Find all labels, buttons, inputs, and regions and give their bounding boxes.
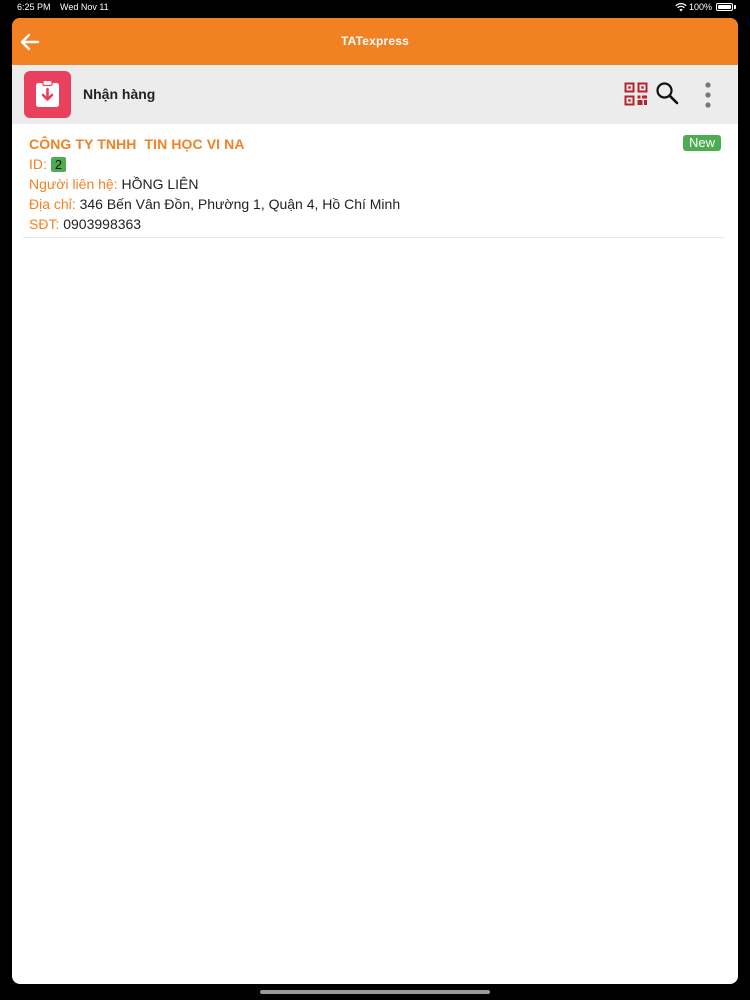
app-screen: TATexpress Nhận hàng CÔNG TY TNHH TIN HỌ… (12, 18, 738, 984)
wifi-icon (675, 2, 687, 12)
address-value: 346 Bến Vân Đồn, Phường 1, Quận 4, Hồ Ch… (79, 196, 401, 212)
order-id-row: ID: 2 (29, 156, 67, 172)
brand-logo: TATexpress (340, 34, 410, 48)
app-header: TATexpress (12, 18, 738, 65)
battery-percent: 100% (689, 2, 713, 12)
battery-icon (716, 3, 733, 11)
contact-value: HỒNG LIÊN (121, 176, 199, 192)
qr-code-icon[interactable] (624, 82, 648, 106)
contact-row: Người liên hệ: HỒNG LIÊN (29, 176, 199, 192)
status-date: Wed Nov 11 (60, 2, 109, 12)
address-label: Địa chỉ: (29, 196, 76, 212)
address-row: Địa chỉ: 346 Bến Vân Đồn, Phường 1, Quận… (29, 196, 400, 212)
page-title: Nhận hàng (83, 86, 156, 102)
company-name: CÔNG TY TNHH TIN HỌC VI NA (29, 136, 245, 152)
module-header: Nhận hàng (12, 65, 738, 124)
clipboard-download-icon (24, 71, 71, 118)
list-item[interactable]: CÔNG TY TNHH TIN HỌC VI NA New ID: 2 Ngườ… (23, 132, 724, 238)
phone-value: 0903998363 (63, 216, 142, 232)
id-label: ID: (29, 156, 47, 172)
battery-tip (734, 5, 736, 9)
status-time: 6:25 PM (17, 2, 51, 12)
phone-row: SĐT: 0903998363 (29, 216, 141, 232)
phone-label: SĐT: (29, 216, 60, 232)
more-vertical-icon[interactable] (699, 81, 717, 109)
status-bar: 6:25 PM Wed Nov 11 100% (0, 0, 750, 16)
home-indicator[interactable] (260, 990, 490, 994)
status-badge: New (683, 135, 722, 151)
search-icon[interactable] (655, 81, 679, 105)
arrow-left-icon[interactable] (18, 30, 42, 54)
id-badge: 2 (50, 157, 67, 172)
contact-label: Người liên hệ: (29, 176, 118, 192)
